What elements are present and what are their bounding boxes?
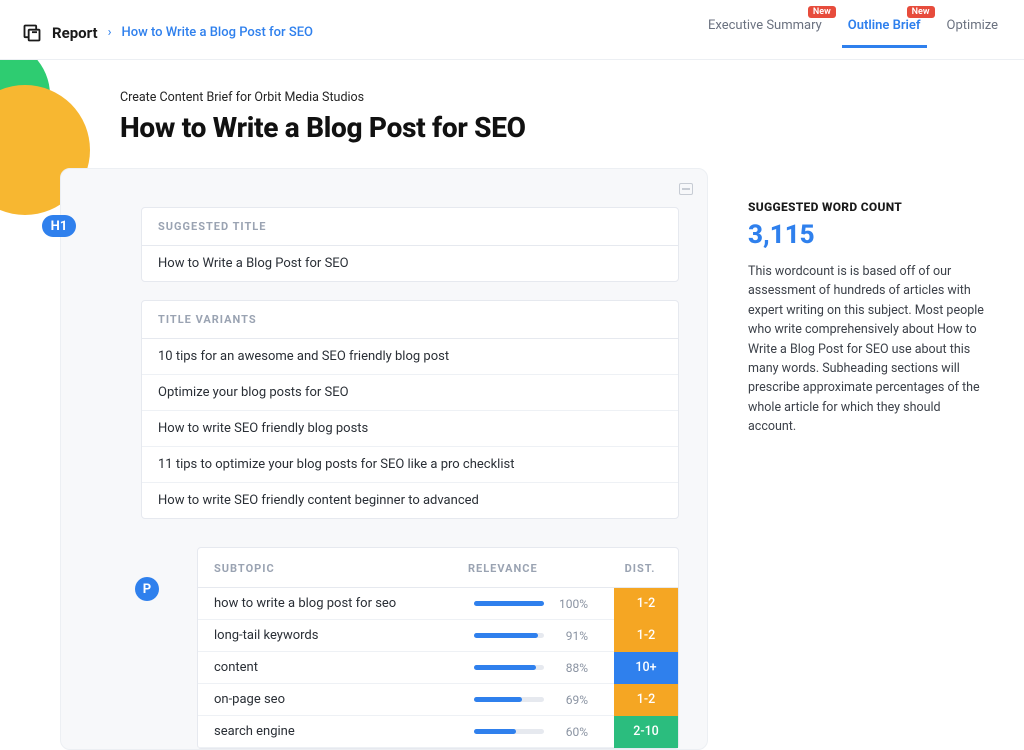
dist-pill: 10+ xyxy=(614,652,678,684)
title-variant-row[interactable]: How to write SEO friendly blog posts xyxy=(142,411,678,447)
tab-label: Outline Brief xyxy=(848,18,921,33)
tab-label: Executive Summary xyxy=(708,18,822,33)
brief-panel: H1 SUGGESTED TITLE How to Write a Blog P… xyxy=(60,168,708,750)
title-variant-row[interactable]: 11 tips to optimize your blog posts for … xyxy=(142,447,678,483)
relevance-value: 100% xyxy=(554,597,588,611)
subtopic-row[interactable]: on-page seo 69% 1-2 xyxy=(198,684,678,716)
new-badge: New xyxy=(907,6,935,18)
relevance-value: 88% xyxy=(554,661,588,675)
tab-executive-summary[interactable]: New Executive Summary xyxy=(708,18,822,47)
relevance-bar xyxy=(474,633,544,638)
subtopic-row[interactable]: how to write a blog post for seo 100% 1-2 xyxy=(198,588,678,620)
dist-pill: 1-2 xyxy=(614,684,678,716)
app-logo-icon xyxy=(22,23,42,43)
relevance-cell: 91% xyxy=(474,629,614,643)
page-title: How to Write a Blog Post for SEO xyxy=(120,111,708,144)
relevance-cell: 88% xyxy=(474,661,614,675)
relevance-cell: 60% xyxy=(474,725,614,739)
report-label: Report xyxy=(52,24,98,42)
tab-outline-brief[interactable]: New Outline Brief xyxy=(848,18,921,47)
right-column: SUGGESTED WORD COUNT 3,115 This wordcoun… xyxy=(748,90,988,750)
new-badge: New xyxy=(808,6,836,18)
suggested-title-value[interactable]: How to Write a Blog Post for SEO xyxy=(142,246,678,281)
page-kicker: Create Content Brief for Orbit Media Stu… xyxy=(120,90,708,105)
subtopic-row[interactable]: search engine 60% 2-10 xyxy=(198,716,678,748)
relevance-bar xyxy=(474,697,544,702)
breadcrumb: Report › How to Write a Blog Post for SE… xyxy=(22,23,313,43)
dist-pill: 2-10 xyxy=(614,716,678,748)
suggested-wordcount-title: SUGGESTED WORD COUNT xyxy=(748,200,988,214)
suggested-wordcount-text: This wordcount is is based off of our as… xyxy=(748,262,988,436)
relevance-bar xyxy=(474,601,544,606)
subtopic-label: how to write a blog post for seo xyxy=(198,596,474,611)
suggested-title-header: SUGGESTED TITLE xyxy=(142,208,678,246)
title-variant-row[interactable]: 10 tips for an awesome and SEO friendly … xyxy=(142,339,678,375)
top-tabs: New Executive Summary New Outline Brief … xyxy=(708,18,998,47)
subtopic-header-row: SUBTOPIC RELEVANCE DIST. xyxy=(198,548,678,588)
title-variants-header: TITLE VARIANTS xyxy=(142,301,678,339)
subtopic-label: on-page seo xyxy=(198,692,474,707)
relevance-bar xyxy=(474,729,544,734)
tab-optimize[interactable]: Optimize xyxy=(947,18,998,47)
relevance-value: 69% xyxy=(554,693,588,707)
collapse-icon[interactable] xyxy=(679,183,693,195)
relevance-col-header: RELEVANCE xyxy=(468,562,608,575)
main-content: Create Content Brief for Orbit Media Stu… xyxy=(0,60,1024,750)
subtopic-label: content xyxy=(198,660,474,675)
relevance-cell: 69% xyxy=(474,693,614,707)
topbar: Report › How to Write a Blog Post for SE… xyxy=(0,0,1024,60)
relevance-value: 91% xyxy=(554,629,588,643)
dist-col-header: DIST. xyxy=(608,562,678,575)
breadcrumb-separator: › xyxy=(108,25,112,40)
subtopic-label: long-tail keywords xyxy=(198,628,474,643)
tab-label: Optimize xyxy=(947,18,998,33)
title-variant-row[interactable]: Optimize your blog posts for SEO xyxy=(142,375,678,411)
breadcrumb-link[interactable]: How to Write a Blog Post for SEO xyxy=(121,25,313,40)
subtopic-table: SUBTOPIC RELEVANCE DIST. how to write a … xyxy=(197,547,679,749)
relevance-cell: 100% xyxy=(474,597,614,611)
left-column: Create Content Brief for Orbit Media Stu… xyxy=(120,90,708,750)
subtopic-row[interactable]: content 88% 10+ xyxy=(198,652,678,684)
dist-pill: 1-2 xyxy=(614,620,678,652)
subtopic-col-header: SUBTOPIC xyxy=(198,562,468,575)
p-chip: P xyxy=(135,577,159,601)
dist-pill: 1-2 xyxy=(614,588,678,620)
title-variant-row[interactable]: How to write SEO friendly content beginn… xyxy=(142,483,678,518)
suggested-wordcount-value: 3,115 xyxy=(748,220,988,250)
subtopic-label: search engine xyxy=(198,724,474,739)
relevance-bar xyxy=(474,665,544,670)
title-variants-card: TITLE VARIANTS 10 tips for an awesome an… xyxy=(141,300,679,519)
suggested-title-card: SUGGESTED TITLE How to Write a Blog Post… xyxy=(141,207,679,282)
subtopic-row[interactable]: long-tail keywords 91% 1-2 xyxy=(198,620,678,652)
relevance-value: 60% xyxy=(554,725,588,739)
h1-chip: H1 xyxy=(42,215,76,237)
